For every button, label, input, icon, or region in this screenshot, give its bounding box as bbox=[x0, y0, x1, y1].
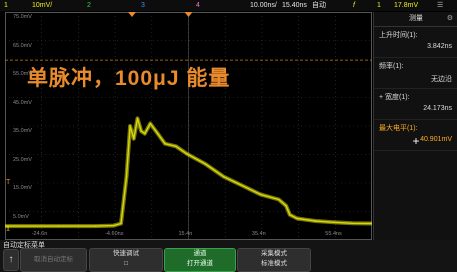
button-title: 通道 bbox=[193, 250, 207, 257]
trace-point bbox=[351, 222, 354, 225]
trace-point bbox=[164, 142, 166, 145]
measurement-value: 3.842ns bbox=[427, 43, 452, 50]
measurement-label: 上升时间(1): bbox=[379, 32, 418, 39]
button-title: 采集模式 bbox=[261, 250, 287, 257]
channel-1-marker[interactable]: 1 bbox=[4, 0, 8, 11]
trace-point bbox=[259, 193, 262, 196]
h-axis-label: -4.60ns bbox=[105, 231, 124, 237]
v-axis-label: 75.0mV bbox=[13, 14, 32, 20]
trigger-level-marker: T bbox=[6, 179, 11, 186]
v-axis-label: 25.0mV bbox=[13, 156, 32, 163]
trigger-position-marker bbox=[127, 12, 136, 17]
trace-point bbox=[120, 222, 122, 225]
softkey-bar: 自动定标菜单 ↑ 取消自动定标 快速调试 □ 通道 打开通道 采集模式 标准模式 bbox=[0, 240, 457, 272]
annotation-title: 单脉冲，100μJ 能量 bbox=[27, 67, 231, 90]
v-axis-label: 15.0mV bbox=[13, 185, 32, 191]
trigger-mode[interactable]: 自动 bbox=[312, 0, 326, 11]
v-axis-label: 65.0mV bbox=[13, 42, 32, 49]
measurement-panel: 测量 ⚙ 上升时间(1): 3.842ns 频率(1): 无边沿 + 宽度(1)… bbox=[373, 12, 457, 240]
measurement-pos-width[interactable]: + 宽度(1): 24.173ns bbox=[374, 89, 457, 120]
trace-point bbox=[144, 132, 146, 135]
undo-autoscale-button[interactable]: 取消自动定标 bbox=[20, 248, 87, 272]
measurement-rise-time[interactable]: 上升时间(1): 3.842ns bbox=[374, 27, 457, 58]
measurement-frequency[interactable]: 频率(1): 无边沿 bbox=[374, 58, 457, 89]
channel-3-marker[interactable]: 3 bbox=[141, 0, 145, 11]
panel-header: 测量 ⚙ bbox=[374, 12, 457, 27]
trace-point bbox=[94, 225, 97, 227]
channel-2-marker[interactable]: 2 bbox=[87, 0, 91, 11]
trace-point bbox=[149, 122, 152, 125]
h-axis-label: -24.6n bbox=[31, 231, 48, 237]
delay-marker bbox=[184, 12, 193, 17]
waveform-display[interactable]: 1T 单脉冲，100μJ 能量 75.0mV 65.0mV 55.0mV 45.0mV… bbox=[5, 12, 372, 248]
trace-point bbox=[136, 117, 139, 120]
trigger-level[interactable]: 17.8mV bbox=[394, 0, 418, 11]
trace-point bbox=[296, 217, 298, 220]
trace-point bbox=[186, 153, 188, 155]
trace-point bbox=[57, 225, 60, 227]
trace-point bbox=[175, 145, 177, 148]
measurement-label: 频率(1): bbox=[379, 63, 404, 70]
measurement-label: + 宽度(1): bbox=[379, 94, 410, 101]
v-axis-label: 35.0mV bbox=[13, 128, 32, 134]
trace-point bbox=[278, 198, 280, 201]
h-axis-label: 35.4n bbox=[251, 231, 266, 237]
checkbox-icon: □ bbox=[124, 260, 128, 267]
trace-point bbox=[133, 137, 135, 140]
v-axis-label: 45.0mV bbox=[13, 99, 32, 106]
waveform-grid: 1T bbox=[5, 12, 372, 240]
channel-4-marker[interactable]: 4 bbox=[196, 0, 200, 11]
menu-icon[interactable]: ☰ bbox=[437, 0, 443, 11]
button-title: 快速调试 bbox=[113, 250, 139, 257]
measurement-value: 无边沿 bbox=[431, 76, 452, 83]
trace-point bbox=[129, 125, 131, 127]
acquire-mode-button[interactable]: 采集模式 标准模式 bbox=[237, 248, 311, 272]
trace-point bbox=[285, 205, 287, 207]
channel-button[interactable]: 通道 打开通道 bbox=[164, 248, 236, 272]
ground-marker: 1 bbox=[6, 225, 10, 232]
trace-point bbox=[222, 175, 225, 178]
measurement-value: 24.173ns bbox=[423, 105, 452, 112]
h-axis-label: 15.4n bbox=[178, 231, 193, 237]
button-state: 打开通道 bbox=[187, 260, 213, 267]
v-axis-label: 55.0mV bbox=[13, 71, 32, 77]
add-measurement-button[interactable]: + bbox=[374, 134, 457, 148]
channel-1-scale[interactable]: 10mV/ bbox=[32, 0, 52, 11]
trace-point bbox=[314, 220, 317, 222]
settings-icon[interactable]: ⚙ bbox=[447, 12, 453, 26]
status-bar: 1 10mV/ 2 3 4 10.00ns/ 15.40ns 自动 f 1 17… bbox=[0, 0, 457, 11]
trace-point bbox=[204, 163, 207, 165]
panel-title: 测量 bbox=[409, 15, 423, 22]
trace-point bbox=[140, 130, 142, 132]
trace-point bbox=[156, 132, 159, 135]
home-button[interactable]: ↑ bbox=[3, 249, 19, 271]
v-axis-label: 5.0mV bbox=[13, 213, 29, 220]
trace-point bbox=[125, 175, 128, 178]
timebase-scale[interactable]: 10.00ns/ bbox=[250, 0, 277, 11]
trigger-channel[interactable]: 1 bbox=[377, 0, 381, 11]
button-state: 标准模式 bbox=[261, 260, 287, 267]
h-axis-label: 55.4ns bbox=[325, 231, 342, 237]
trace-point bbox=[289, 213, 291, 216]
measurement-label: 最大电平(1): bbox=[379, 125, 418, 132]
quick-debug-button[interactable]: 快速调试 □ bbox=[89, 248, 163, 272]
timebase-delay[interactable]: 15.40ns bbox=[282, 0, 307, 11]
trace-point bbox=[333, 221, 335, 224]
trigger-slope-icon: f bbox=[353, 2, 355, 9]
trace-point bbox=[241, 184, 243, 187]
trace-point bbox=[112, 224, 115, 227]
